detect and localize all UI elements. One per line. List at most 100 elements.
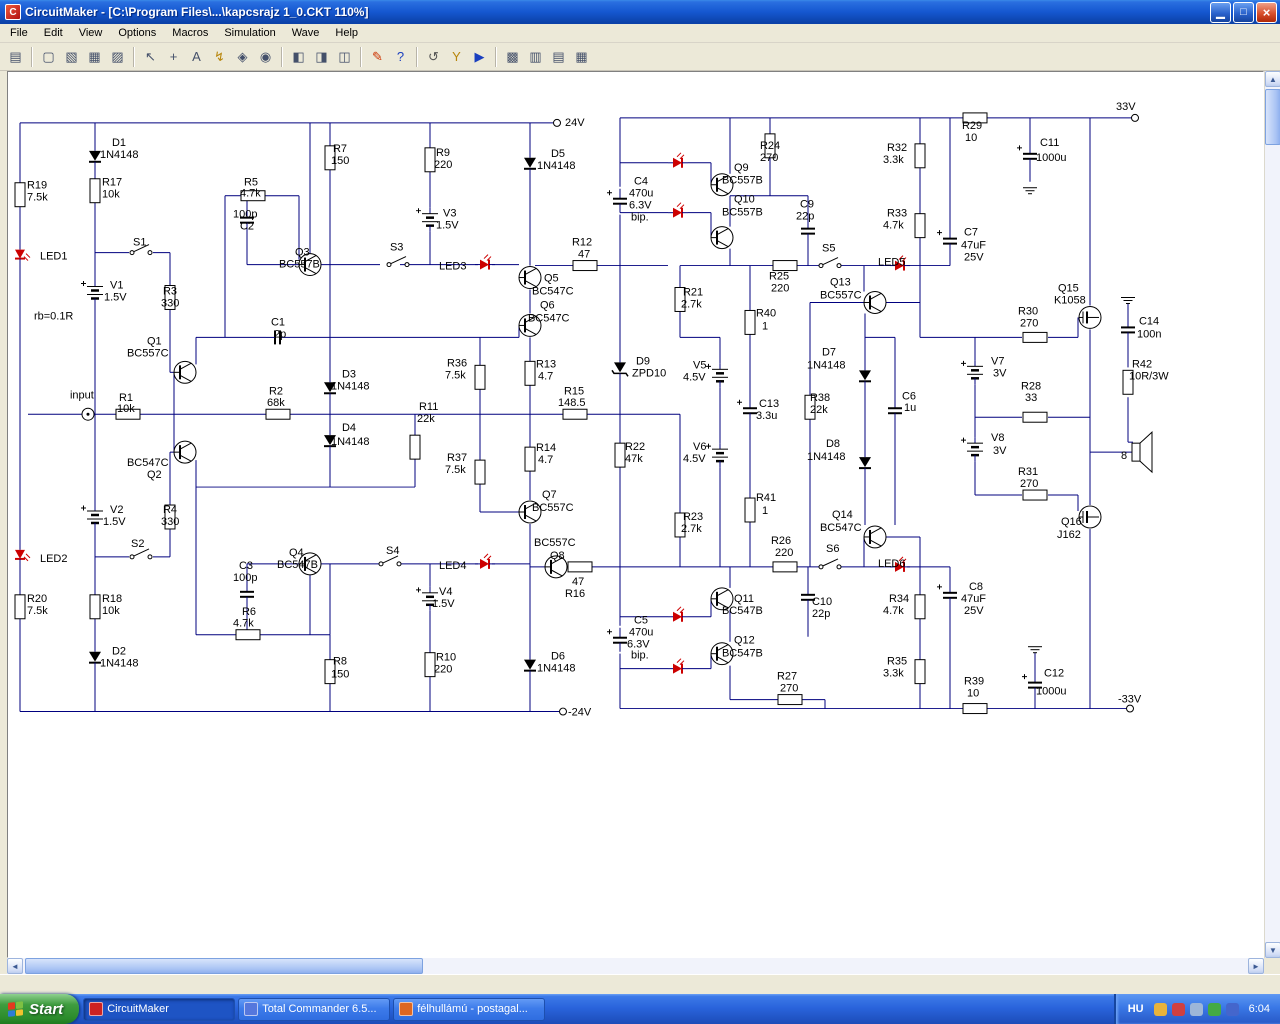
update-icon[interactable]: [1153, 1002, 1167, 1016]
component-terminal-33V[interactable]: [1131, 113, 1139, 122]
taskbar-task-3[interactable]: félhullámú - postagal...: [393, 997, 546, 1021]
messenger-icon[interactable]: [1207, 1002, 1221, 1016]
component-C8[interactable]: [936, 581, 958, 608]
start-button[interactable]: Start: [0, 994, 80, 1024]
menu-edit[interactable]: Edit: [36, 24, 71, 42]
component-C13[interactable]: [736, 397, 758, 424]
component-R20[interactable]: [14, 594, 26, 620]
component-R26[interactable]: [772, 561, 798, 573]
component-ground-1[interactable]: [1022, 187, 1038, 195]
help-icon[interactable]: ?: [389, 45, 412, 68]
component-LED-C4b[interactable]: [667, 201, 689, 219]
component-S2[interactable]: [129, 548, 153, 560]
component-R13[interactable]: [524, 360, 536, 386]
component-C5[interactable]: [606, 626, 628, 653]
text-tool-icon[interactable]: A: [185, 45, 208, 68]
component-D6[interactable]: [523, 651, 537, 678]
zoom-out-icon[interactable]: ◨: [310, 45, 333, 68]
split-view-icon[interactable]: ◫: [333, 45, 356, 68]
scroll-right-button[interactable]: ►: [1248, 958, 1264, 974]
component-D7[interactable]: [858, 362, 872, 389]
taskbar-task-1[interactable]: CircuitMaker: [83, 997, 236, 1021]
component-R15[interactable]: [562, 408, 588, 420]
component-LED2[interactable]: [14, 543, 31, 566]
zoom-in-icon[interactable]: ◧: [287, 45, 310, 68]
menu-wave[interactable]: Wave: [284, 24, 328, 42]
component-R34[interactable]: [914, 594, 926, 620]
print-icon[interactable]: ▨: [106, 45, 129, 68]
taskbar-task-2[interactable]: Total Commander 6.5...: [238, 997, 391, 1021]
component-S6[interactable]: [818, 558, 842, 570]
component-R17[interactable]: [89, 178, 101, 204]
component-terminal-neg24V[interactable]: [559, 707, 567, 716]
minimize-button[interactable]: ▁: [1210, 1, 1231, 23]
component-V5[interactable]: [704, 362, 730, 389]
language-indicator[interactable]: HU: [1128, 1003, 1148, 1015]
component-input-jack[interactable]: [81, 407, 95, 421]
menu-simulation[interactable]: Simulation: [216, 24, 283, 42]
component-LED-C5a[interactable]: [667, 605, 689, 623]
component-R30[interactable]: [1022, 331, 1048, 343]
component-C11[interactable]: [1016, 142, 1038, 169]
zoom-tool-icon[interactable]: ◉: [254, 45, 277, 68]
maximize-button[interactable]: □: [1233, 1, 1254, 23]
component-R32[interactable]: [914, 143, 926, 169]
component-V2[interactable]: [79, 503, 105, 531]
component-R27[interactable]: [777, 694, 803, 706]
component-R35[interactable]: [914, 659, 926, 685]
volume-icon[interactable]: [1189, 1002, 1203, 1016]
component-C7[interactable]: [936, 227, 958, 254]
component-S3[interactable]: [386, 256, 410, 268]
component-V7[interactable]: [959, 359, 985, 386]
vertical-scroll-track[interactable]: [1265, 87, 1280, 942]
component-R6[interactable]: [235, 629, 261, 641]
component-R12[interactable]: [572, 260, 598, 272]
component-LED4[interactable]: [474, 552, 496, 570]
component-C3[interactable]: [239, 580, 255, 607]
component-Q10[interactable]: [710, 225, 734, 250]
menu-options[interactable]: Options: [110, 24, 164, 42]
component-R16[interactable]: [567, 561, 593, 573]
component-LED3[interactable]: [474, 253, 496, 271]
component-R40[interactable]: [744, 309, 756, 335]
component-Q2[interactable]: [173, 440, 197, 465]
component-R33[interactable]: [914, 213, 926, 239]
component-R14[interactable]: [524, 446, 536, 472]
netlist-icon[interactable]: ▤: [4, 45, 27, 68]
component-R2[interactable]: [265, 408, 291, 420]
horizontal-scroll-thumb[interactable]: [25, 958, 423, 974]
component-R25[interactable]: [772, 260, 798, 272]
component-C4[interactable]: [606, 187, 628, 214]
menu-file[interactable]: File: [2, 24, 36, 42]
component-R28[interactable]: [1022, 411, 1048, 423]
horizontal-scroll-track[interactable]: [23, 958, 1248, 974]
colors-icon[interactable]: ✎: [366, 45, 389, 68]
save-icon[interactable]: ▦: [83, 45, 106, 68]
component-V1[interactable]: [79, 279, 105, 306]
analog-display-icon[interactable]: ▥: [524, 45, 547, 68]
component-R18[interactable]: [89, 594, 101, 620]
component-V3[interactable]: [414, 206, 440, 233]
wave-display-icon[interactable]: ▦: [570, 45, 593, 68]
component-R41[interactable]: [744, 497, 756, 523]
component-LED-C4a[interactable]: [667, 151, 689, 169]
component-LED-C5b[interactable]: [667, 657, 689, 675]
scroll-down-button[interactable]: ▼: [1265, 942, 1280, 958]
component-ground-3[interactable]: [1027, 646, 1043, 654]
schematic-canvas[interactable]: D1 1N4148 R19 7.5k R17 10k S1 LED1 V1 1.5V rb=0.1R…: [7, 71, 1264, 958]
component-R19[interactable]: [14, 182, 26, 208]
component-ground-2[interactable]: [1120, 296, 1136, 304]
component-Q1[interactable]: [173, 360, 197, 385]
component-R31[interactable]: [1022, 489, 1048, 501]
menu-view[interactable]: View: [71, 24, 111, 42]
component-C14[interactable]: [1120, 316, 1136, 343]
component-V8[interactable]: [959, 435, 985, 463]
open-file-icon[interactable]: ▧: [60, 45, 83, 68]
probe-icon[interactable]: Y: [445, 45, 468, 68]
component-Q13[interactable]: [863, 290, 887, 315]
menu-macros[interactable]: Macros: [164, 24, 216, 42]
place-part-icon[interactable]: +: [162, 45, 185, 68]
component-speaker[interactable]: [1131, 431, 1153, 473]
new-file-icon[interactable]: ▢: [37, 45, 60, 68]
run-simulation-icon[interactable]: ▶: [468, 45, 491, 68]
